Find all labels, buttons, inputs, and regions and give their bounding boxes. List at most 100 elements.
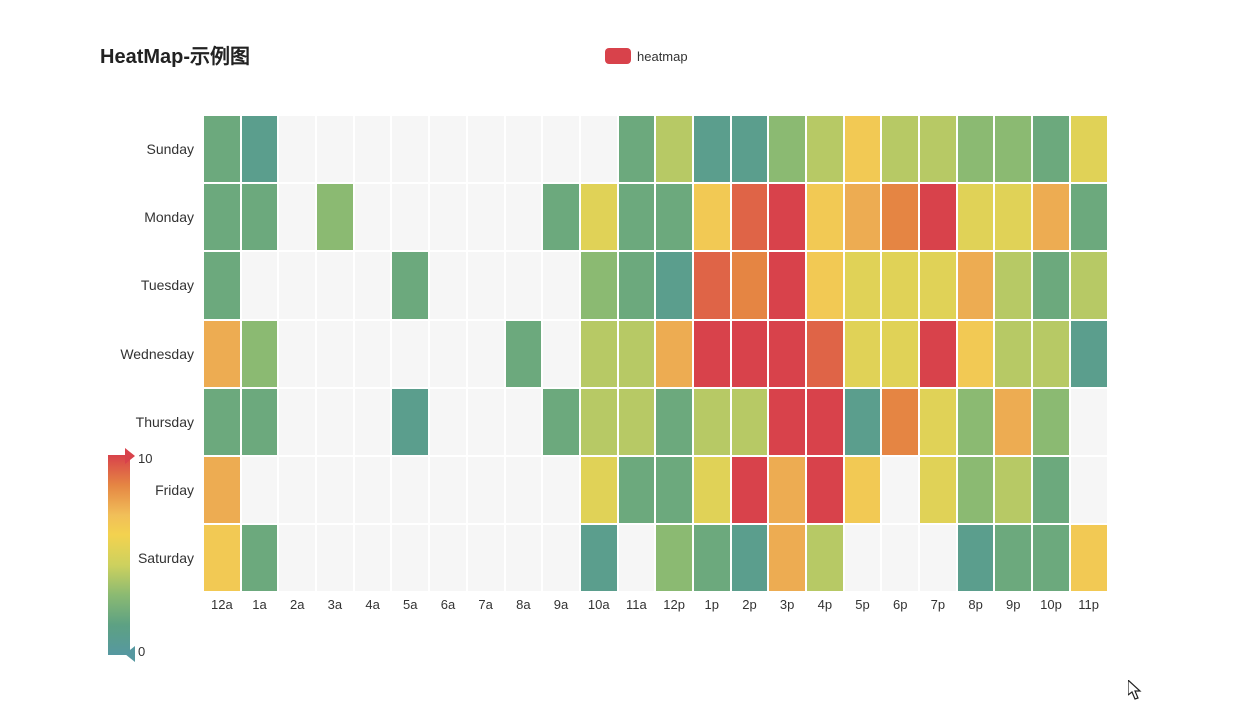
heatmap-cell[interactable] [355,252,391,318]
heatmap-cell[interactable] [543,525,579,591]
heatmap-cell[interactable] [242,525,278,591]
heatmap-cell[interactable] [355,457,391,523]
heatmap-cell[interactable] [920,116,956,182]
heatmap-cell[interactable] [845,525,881,591]
heatmap-cell[interactable] [732,457,768,523]
heatmap-cell[interactable] [807,184,843,250]
heatmap-cell[interactable] [995,116,1031,182]
heatmap-cell[interactable] [995,184,1031,250]
heatmap-cell[interactable] [732,321,768,387]
heatmap-cell[interactable] [279,321,315,387]
heatmap-cell[interactable] [506,457,542,523]
heatmap-cell[interactable] [882,389,918,455]
heatmap-cell[interactable] [430,525,466,591]
heatmap-cell[interactable] [317,184,353,250]
heatmap-cell[interactable] [430,457,466,523]
heatmap-cell[interactable] [732,252,768,318]
heatmap-cell[interactable] [732,389,768,455]
heatmap-cell[interactable] [581,184,617,250]
heatmap-cell[interactable] [656,389,692,455]
heatmap-cell[interactable] [769,525,805,591]
heatmap-cell[interactable] [619,525,655,591]
heatmap-cell[interactable] [543,116,579,182]
heatmap-cell[interactable] [204,116,240,182]
heatmap-cell[interactable] [1071,321,1107,387]
heatmap-cell[interactable] [543,184,579,250]
heatmap-cell[interactable] [845,184,881,250]
heatmap-cell[interactable] [694,389,730,455]
legend[interactable]: heatmap [605,48,688,64]
heatmap-cell[interactable] [694,525,730,591]
heatmap-cell[interactable] [242,457,278,523]
heatmap-cell[interactable] [279,457,315,523]
heatmap-cell[interactable] [317,457,353,523]
heatmap-cell[interactable] [506,321,542,387]
heatmap-cell[interactable] [204,184,240,250]
heatmap-cell[interactable] [656,321,692,387]
heatmap-cell[interactable] [317,252,353,318]
heatmap-cell[interactable] [430,321,466,387]
heatmap-cell[interactable] [392,389,428,455]
heatmap-cell[interactable] [1033,184,1069,250]
heatmap-cell[interactable] [958,457,994,523]
heatmap-cell[interactable] [581,252,617,318]
heatmap-cell[interactable] [958,252,994,318]
heatmap-cell[interactable] [543,321,579,387]
heatmap-cell[interactable] [392,252,428,318]
heatmap-cell[interactable] [619,184,655,250]
heatmap-cell[interactable] [882,525,918,591]
scale-max-handle[interactable] [125,448,135,464]
heatmap-cell[interactable] [392,525,428,591]
heatmap-cell[interactable] [995,252,1031,318]
heatmap-cell[interactable] [355,116,391,182]
heatmap-cell[interactable] [242,252,278,318]
heatmap-cell[interactable] [732,525,768,591]
heatmap-cell[interactable] [317,525,353,591]
heatmap-cell[interactable] [392,457,428,523]
heatmap-cell[interactable] [995,321,1031,387]
heatmap-cell[interactable] [204,252,240,318]
heatmap-cell[interactable] [204,321,240,387]
heatmap-cell[interactable] [958,184,994,250]
heatmap-cell[interactable] [468,457,504,523]
heatmap-cell[interactable] [619,116,655,182]
heatmap-cell[interactable] [769,321,805,387]
heatmap-cell[interactable] [619,321,655,387]
heatmap-cell[interactable] [995,389,1031,455]
heatmap-cell[interactable] [242,389,278,455]
heatmap-cell[interactable] [581,389,617,455]
heatmap-cell[interactable] [845,321,881,387]
heatmap-cell[interactable] [958,389,994,455]
heatmap-cell[interactable] [355,389,391,455]
heatmap-cell[interactable] [1033,389,1069,455]
heatmap-cell[interactable] [430,184,466,250]
heatmap-cell[interactable] [1071,252,1107,318]
heatmap-cell[interactable] [694,321,730,387]
heatmap-cell[interactable] [920,389,956,455]
heatmap-cell[interactable] [769,389,805,455]
heatmap-cell[interactable] [694,116,730,182]
heatmap-cell[interactable] [430,389,466,455]
heatmap-cell[interactable] [430,252,466,318]
heatmap-cell[interactable] [694,252,730,318]
heatmap-cell[interactable] [279,252,315,318]
heatmap-cell[interactable] [619,252,655,318]
heatmap-cell[interactable] [995,525,1031,591]
heatmap-cell[interactable] [279,389,315,455]
color-scale[interactable]: 10 0 [108,455,130,655]
heatmap-cell[interactable] [392,116,428,182]
heatmap-cell[interactable] [543,389,579,455]
heatmap-cell[interactable] [845,116,881,182]
heatmap-cell[interactable] [807,457,843,523]
heatmap-cell[interactable] [468,184,504,250]
heatmap-cell[interactable] [732,116,768,182]
heatmap-cell[interactable] [656,457,692,523]
heatmap-cell[interactable] [581,525,617,591]
heatmap-cell[interactable] [506,116,542,182]
heatmap-cell[interactable] [204,389,240,455]
heatmap-cell[interactable] [807,525,843,591]
heatmap-cell[interactable] [656,252,692,318]
heatmap-cell[interactable] [543,457,579,523]
heatmap-cell[interactable] [845,389,881,455]
heatmap-cell[interactable] [355,525,391,591]
